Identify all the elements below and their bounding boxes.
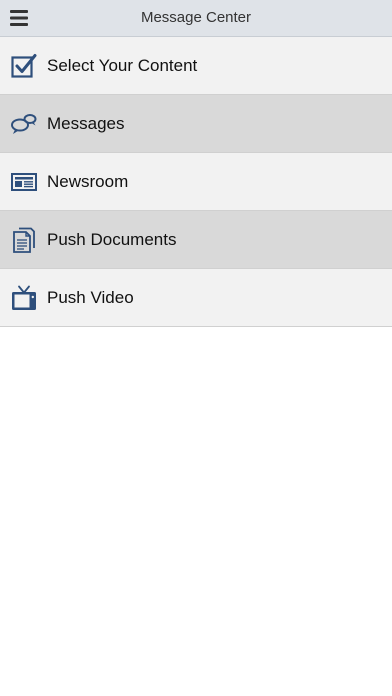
checkbox-check-icon (11, 54, 37, 78)
tv-icon (12, 285, 36, 310)
documents-icon (13, 227, 35, 253)
menu-item-push-documents[interactable]: Push Documents (0, 211, 392, 269)
menu-item-label: Push Video (47, 288, 134, 307)
chat-bubbles-icon (11, 114, 37, 134)
page-title: Message Center (140, 9, 252, 26)
main-menu: Select Your Content Messages Newsroom Pu… (0, 37, 392, 327)
menu-item-newsroom[interactable]: Newsroom (0, 153, 392, 211)
menu-item-label: Newsroom (47, 172, 129, 191)
menu-item-label: Select Your Content (47, 56, 198, 75)
menu-item-messages[interactable]: Messages (0, 95, 392, 153)
header-bar: Message Center (0, 0, 392, 37)
menu-item-select-your-content[interactable]: Select Your Content (0, 37, 392, 95)
menu-item-push-video[interactable]: Push Video (0, 269, 392, 327)
menu-item-label: Push Documents (47, 230, 177, 249)
newspaper-icon (11, 173, 37, 191)
menu-item-label: Messages (47, 114, 125, 133)
